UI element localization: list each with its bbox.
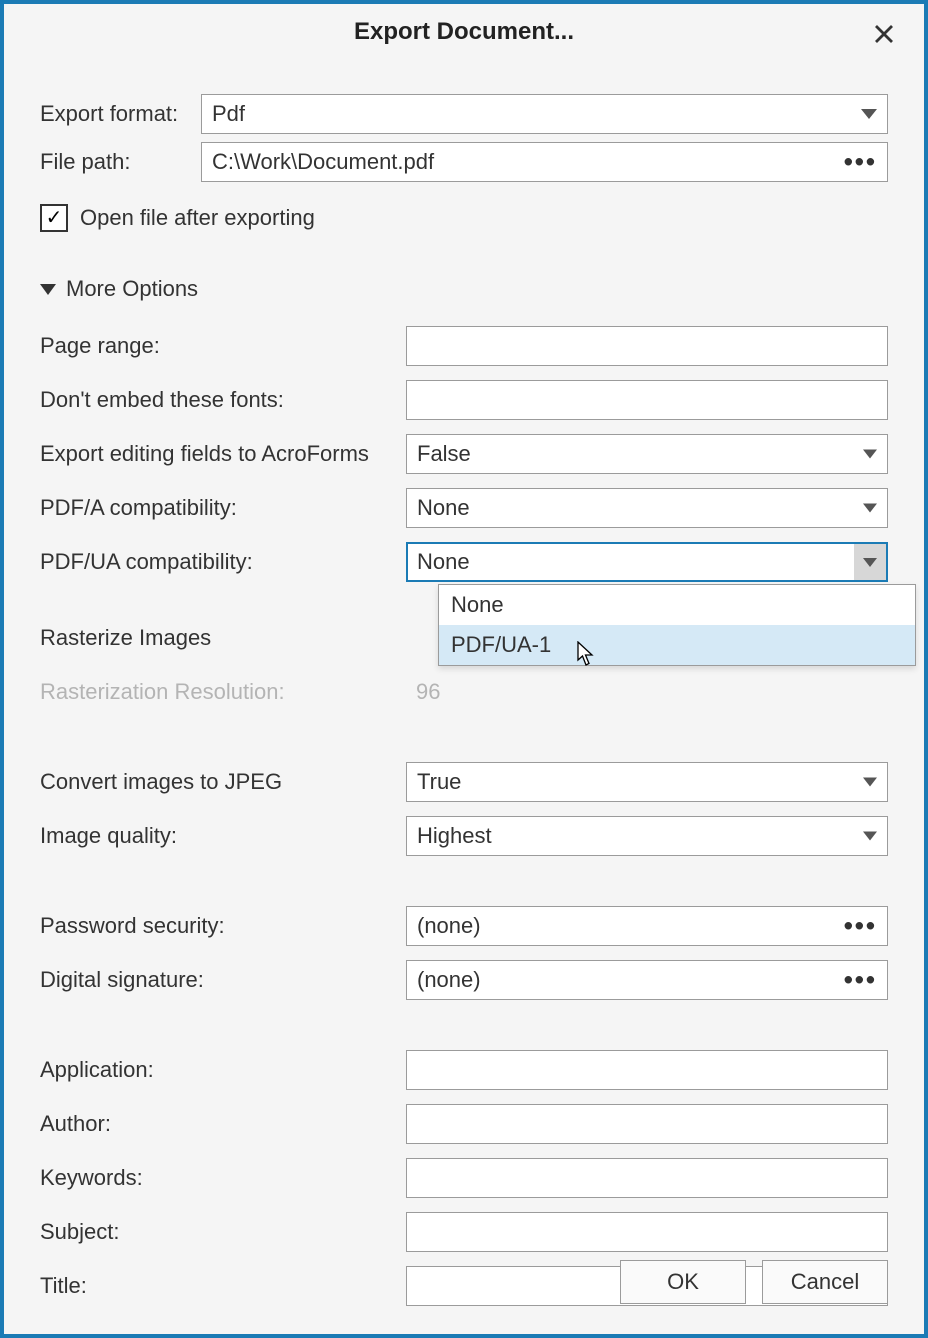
chevron-down-icon — [863, 558, 877, 567]
application-label: Application: — [40, 1057, 406, 1083]
more-options-label: More Options — [66, 276, 198, 302]
digital-signature-label: Digital signature: — [40, 967, 406, 993]
digital-signature-field[interactable]: (none) ••• — [406, 960, 888, 1000]
convert-jpeg-select[interactable]: True — [406, 762, 888, 802]
author-label: Author: — [40, 1111, 406, 1137]
checkmark-icon: ✓ — [46, 208, 63, 228]
keywords-input[interactable] — [406, 1158, 888, 1198]
export-document-dialog: Export Document... Export format: Pdf Fi… — [0, 0, 928, 1338]
ellipsis-icon[interactable]: ••• — [844, 965, 877, 996]
pdfa-value: None — [417, 495, 470, 521]
pdfua-label: PDF/UA compatibility: — [40, 549, 406, 575]
application-input[interactable] — [406, 1050, 888, 1090]
export-format-label: Export format: — [40, 101, 201, 127]
rasterize-images-label: Rasterize Images — [40, 625, 406, 651]
acroforms-label: Export editing fields to AcroForms — [40, 441, 406, 467]
export-format-value: Pdf — [212, 101, 245, 127]
keywords-label: Keywords: — [40, 1165, 406, 1191]
rasterization-resolution-input: 96 — [406, 672, 888, 712]
title-label: Title: — [40, 1273, 406, 1299]
digital-signature-value: (none) — [417, 967, 481, 993]
pdfua-value: None — [417, 549, 470, 575]
rasterization-resolution-label: Rasterization Resolution: — [40, 679, 406, 705]
dropdown-button[interactable] — [854, 544, 886, 580]
dialog-title: Export Document... — [354, 18, 574, 46]
subject-label: Subject: — [40, 1219, 406, 1245]
open-after-exporting-checkbox[interactable]: ✓ — [40, 204, 68, 232]
password-security-field[interactable]: (none) ••• — [406, 906, 888, 946]
chevron-down-icon — [40, 284, 56, 295]
password-security-label: Password security: — [40, 913, 406, 939]
file-path-label: File path: — [40, 149, 201, 175]
dont-embed-fonts-input[interactable] — [406, 380, 888, 420]
cancel-button[interactable]: Cancel — [762, 1260, 888, 1304]
author-input[interactable] — [406, 1104, 888, 1144]
acroforms-select[interactable]: False — [406, 434, 888, 474]
acroforms-value: False — [417, 441, 471, 467]
open-after-exporting-label: Open file after exporting — [80, 205, 315, 231]
pdfua-select[interactable]: None — [406, 542, 888, 582]
page-range-input[interactable] — [406, 326, 888, 366]
chevron-down-icon — [861, 109, 877, 119]
pdfa-label: PDF/A compatibility: — [40, 495, 406, 521]
close-icon — [873, 23, 895, 45]
subject-input[interactable] — [406, 1212, 888, 1252]
pdfua-option-pdfua1[interactable]: PDF/UA-1 — [439, 625, 915, 665]
ellipsis-icon[interactable]: ••• — [844, 147, 877, 178]
titlebar: Export Document... — [4, 4, 924, 60]
file-path-field[interactable]: C:\Work\Document.pdf ••• — [201, 142, 888, 182]
rasterization-resolution-value: 96 — [416, 679, 440, 705]
image-quality-value: Highest — [417, 823, 492, 849]
chevron-down-icon — [863, 504, 877, 513]
page-range-label: Page range: — [40, 333, 406, 359]
close-button[interactable] — [868, 18, 900, 50]
chevron-down-icon — [863, 778, 877, 787]
ok-button[interactable]: OK — [620, 1260, 746, 1304]
password-security-value: (none) — [417, 913, 481, 939]
convert-jpeg-label: Convert images to JPEG — [40, 769, 406, 795]
ellipsis-icon[interactable]: ••• — [844, 911, 877, 942]
convert-jpeg-value: True — [417, 769, 461, 795]
image-quality-select[interactable]: Highest — [406, 816, 888, 856]
more-options-toggle[interactable]: More Options — [40, 276, 888, 302]
pdfa-select[interactable]: None — [406, 488, 888, 528]
dont-embed-fonts-label: Don't embed these fonts: — [40, 387, 406, 413]
pdfua-dropdown-list[interactable]: None PDF/UA-1 — [438, 584, 916, 666]
chevron-down-icon — [863, 450, 877, 459]
chevron-down-icon — [863, 832, 877, 841]
export-format-select[interactable]: Pdf — [201, 94, 888, 134]
image-quality-label: Image quality: — [40, 823, 406, 849]
pdfua-option-none[interactable]: None — [439, 585, 915, 625]
file-path-value: C:\Work\Document.pdf — [212, 149, 434, 175]
